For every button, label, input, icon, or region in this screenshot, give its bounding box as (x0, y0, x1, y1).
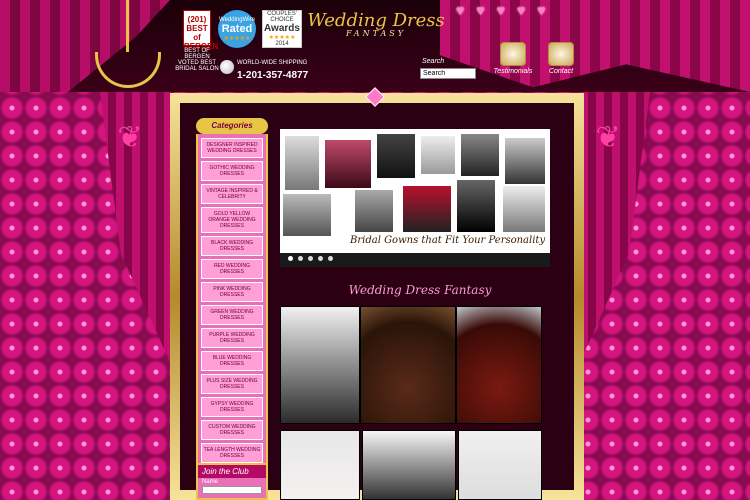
shipping-text: WORLD-WIDE SHIPPING (237, 60, 308, 66)
gown-photo (460, 133, 500, 177)
gown-photo (376, 133, 416, 179)
category-link[interactable]: VINTAGE INSPIRED & CELEBRITY (201, 184, 263, 204)
name-label: Name (202, 479, 219, 485)
dress-thumbnail[interactable] (362, 430, 456, 500)
wedding-wire-rated-badge[interactable]: WeddingWire Rated ★★★★★ (218, 10, 256, 48)
gown-photo (402, 185, 452, 233)
gown-photo (324, 139, 372, 189)
slide-dot[interactable] (328, 256, 333, 261)
categories-list: DESIGNER INSPIRED WEDDING DRESSES GOTHIC… (196, 134, 268, 472)
gown-photo (504, 137, 546, 185)
category-link[interactable]: PLUS SIZE WEDDING DRESSES (201, 374, 263, 394)
category-link[interactable]: GOTHIC WEDDING DRESSES (201, 161, 263, 181)
heart-icon: ♥ (516, 2, 526, 18)
slide-dot[interactable] (308, 256, 313, 261)
phone-number[interactable]: 1-201-357-4877 (237, 70, 308, 81)
category-link[interactable]: GYPSY WEDDING DRESSES (201, 397, 263, 417)
nav-testimonials[interactable]: Testimonials (490, 42, 536, 75)
slide-caption: Bridal Gowns that Fit Your Personality (350, 235, 546, 246)
categories-title: Categories (196, 118, 268, 134)
categories-sidebar: Categories DESIGNER INSPIRED WEDDING DRE… (196, 118, 268, 472)
dress-thumbnail[interactable] (458, 430, 542, 500)
heart-decorations: ♥ ♥ ♥ ♥ ♥ (456, 2, 546, 18)
gown-photo (502, 185, 546, 233)
gallery-title: Wedding Dress Fantasy (348, 283, 492, 297)
gown-photo (354, 189, 394, 233)
heart-icon: ♥ (456, 2, 465, 18)
search-input[interactable] (420, 68, 476, 79)
gown-photo (420, 135, 456, 175)
globe-icon (220, 60, 234, 74)
category-link[interactable]: PINK WEDDING DRESSES (201, 282, 263, 302)
search-label: Search (422, 58, 445, 65)
category-link[interactable]: TEA LENGTH WEDDING DRESSES (201, 443, 263, 463)
telephone-icon (548, 42, 574, 66)
slide-dot[interactable] (298, 256, 303, 261)
dress-thumbnail[interactable] (456, 306, 542, 424)
category-link[interactable]: CUSTOM WEDDING DRESSES (201, 420, 263, 440)
category-link[interactable]: PURPLE WEDDING DRESSES (201, 328, 263, 348)
bow-icon: ❦ (595, 121, 621, 154)
bow-icon: ❦ (117, 121, 143, 154)
category-link[interactable]: RED WEDDING DRESSES (201, 259, 263, 279)
dress-thumbnail[interactable] (360, 306, 456, 424)
category-link[interactable]: BLUE WEDDING DRESSES (201, 351, 263, 371)
slideshow[interactable]: Bridal Gowns that Fit Your Personality (280, 129, 550, 267)
dress-thumbnail[interactable] (280, 306, 360, 424)
heart-icon: ♥ (496, 2, 505, 18)
category-link[interactable]: BLACK WEDDING DRESSES (201, 236, 263, 256)
couples-choice-awards-badge[interactable]: COUPLES' CHOICE Awards ★★★★★ 2014 (262, 10, 302, 48)
chandelier-image (92, 0, 164, 88)
gown-photo (284, 135, 320, 191)
slide-image: Bridal Gowns that Fit Your Personality (280, 129, 550, 253)
heart-icon: ♥ (476, 2, 485, 18)
nav-contact[interactable]: Contact (538, 42, 584, 75)
category-link[interactable]: GOLD YELLOW ORANGE WEDDING DRESSES (201, 207, 263, 233)
site-logo[interactable]: Wedding Dress FANTASY (306, 10, 446, 50)
best-of-bergen-badge[interactable]: (201) BEST of BERGEN BEST OF BERGEN VOTED… (174, 10, 220, 72)
category-link[interactable]: DESIGNER INSPIRED WEDDING DRESSES (201, 138, 263, 158)
join-club-box: Join the Club Name (196, 463, 268, 500)
join-club-title: Join the Club (198, 465, 266, 478)
dress-thumbnail[interactable] (280, 430, 360, 500)
slide-dot[interactable] (288, 256, 293, 261)
name-input[interactable] (202, 486, 262, 494)
heart-icon: ♥ (537, 2, 546, 18)
gown-photo (282, 193, 332, 237)
slide-dot[interactable] (318, 256, 323, 261)
gown-photo (456, 179, 496, 233)
slide-dots (288, 256, 333, 261)
category-link[interactable]: GREEN WEDDING DRESSES (201, 305, 263, 325)
scroll-icon (500, 42, 526, 66)
